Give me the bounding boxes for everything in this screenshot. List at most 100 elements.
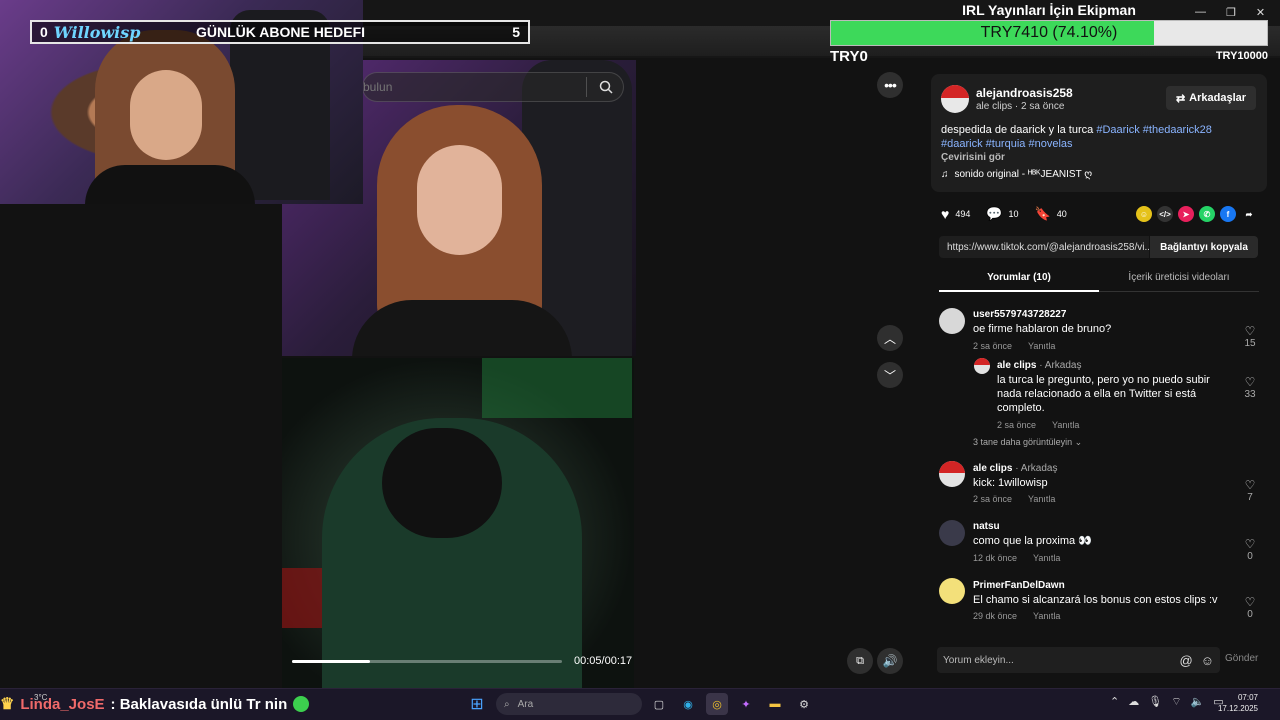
facebook-icon[interactable]: f bbox=[1220, 206, 1236, 222]
comment-like-count: 0 bbox=[1247, 609, 1253, 620]
embed-icon[interactable]: </> bbox=[1157, 206, 1173, 222]
donation-goal-title: IRL Yayınları İçin Ekipman bbox=[962, 2, 1136, 18]
search-input[interactable] bbox=[363, 80, 583, 94]
chat-overlay: ♛ Linda_JosE : Baklavasıda ünlü Tr nin bbox=[0, 694, 310, 714]
sound-info[interactable]: ♫ sonido original - ᴴᴮᴷJEANIST ღ bbox=[941, 169, 1092, 180]
share-arrow-icon[interactable]: ➦ bbox=[1241, 206, 1257, 222]
crown-icon: ♛ bbox=[0, 696, 15, 713]
microphone-icon[interactable]: 🎙 bbox=[1148, 695, 1162, 709]
comment-avatar[interactable] bbox=[939, 578, 965, 604]
chevron-up-icon: ︿ bbox=[883, 331, 896, 346]
reply-like[interactable]: ♡ 33 bbox=[1240, 375, 1260, 400]
donation-goal-value: TRY7410 (74.10%) bbox=[980, 24, 1118, 41]
reply-button[interactable]: Yanıtla bbox=[1033, 611, 1060, 621]
edge-icon[interactable]: ◉ bbox=[677, 693, 699, 715]
comment-avatar[interactable] bbox=[939, 520, 965, 546]
video-bottom-frame[interactable] bbox=[282, 358, 634, 688]
chevron-up-icon[interactable]: ⌃ bbox=[1110, 695, 1119, 709]
comment-like-count: 15 bbox=[1244, 338, 1256, 349]
reply-user[interactable]: ale clips · Arkadaş bbox=[997, 360, 1082, 371]
hashtag[interactable]: #turquia bbox=[986, 138, 1026, 150]
cloud-icon[interactable]: ☁ bbox=[1128, 695, 1139, 709]
video-link-field[interactable]: https://www.tiktok.com/@alejandroasis258… bbox=[939, 236, 1149, 258]
reply-button[interactable]: Yanıtla bbox=[1028, 494, 1055, 504]
search-bar[interactable] bbox=[362, 72, 624, 102]
heart-outline-icon: ♡ bbox=[1244, 375, 1256, 389]
comment-stat[interactable]: 💬 10 bbox=[986, 206, 1018, 222]
emoji-icon[interactable]: ☺ bbox=[1201, 653, 1214, 668]
comment-meta: 2 sa önce Yanıtla bbox=[973, 494, 1055, 504]
comment-text: El chamo si alcanzará los bonus con esto… bbox=[973, 594, 1218, 606]
wifi-icon[interactable]: ⌔ bbox=[1171, 695, 1181, 709]
copy-link-button[interactable]: Bağlantıyı kopyala bbox=[1150, 236, 1258, 258]
picture-in-picture-button[interactable]: ⧉ bbox=[847, 648, 873, 674]
chrome-icon[interactable]: ◎ bbox=[706, 693, 728, 715]
comment-like[interactable]: ♡ 0 bbox=[1240, 595, 1260, 620]
comment-meta: 12 dk önce Yanıtla bbox=[973, 553, 1060, 563]
clock-date: 17.12.2025 bbox=[1217, 704, 1258, 713]
windows-start-icon[interactable]: ⊞ bbox=[466, 693, 488, 715]
streamer-head bbox=[382, 428, 502, 538]
taskbar-search[interactable]: ⌕ Ara bbox=[496, 693, 642, 715]
comment-user[interactable]: PrimerFanDelDawn bbox=[973, 580, 1065, 591]
comment-time: 2 sa önce bbox=[973, 341, 1013, 351]
comment-like[interactable]: ♡ 7 bbox=[1240, 478, 1260, 503]
sound-name: sonido original - ᴴᴮᴷJEANIST ღ bbox=[954, 169, 1093, 180]
creator-avatar[interactable] bbox=[941, 85, 969, 113]
creator-name[interactable]: alejandroasis258 bbox=[976, 86, 1073, 100]
copilot-icon[interactable]: ✦ bbox=[735, 693, 757, 715]
tab-creator-videos[interactable]: İçerik üreticisi videoları bbox=[1099, 268, 1259, 292]
tab-comments[interactable]: Yorumlar (10) bbox=[939, 268, 1099, 292]
green-glow bbox=[482, 358, 632, 418]
view-more-label: 3 tane daha görüntüleyin bbox=[973, 437, 1073, 447]
reply-button[interactable]: Yanıtla bbox=[1052, 420, 1079, 430]
share-icons: ☺ </> ➤ ✆ f ➦ bbox=[1136, 206, 1257, 222]
volume-button[interactable]: 🔊 bbox=[877, 648, 903, 674]
view-more-replies[interactable]: 3 tane daha görüntüleyin ⌄ bbox=[973, 437, 1082, 448]
comment-avatar[interactable] bbox=[939, 461, 965, 487]
send-to-friends-icon[interactable]: ➤ bbox=[1178, 206, 1194, 222]
hashtag[interactable]: #Daarick bbox=[1096, 124, 1139, 136]
video-progress-bar[interactable] bbox=[292, 660, 562, 663]
heart-outline-icon: ♡ bbox=[1244, 324, 1256, 338]
hashtag[interactable]: #novelas bbox=[1028, 138, 1072, 150]
translate-link[interactable]: Çevirisini gör bbox=[941, 152, 1005, 163]
chevron-down-icon: ﹀ bbox=[883, 368, 896, 383]
donation-goal-bar: TRY7410 (74.10%) bbox=[830, 20, 1268, 46]
comment-user[interactable]: ale clips · Arkadaş bbox=[973, 463, 1058, 474]
speaker-icon: 🔊 bbox=[882, 654, 898, 668]
reply-like-count: 33 bbox=[1244, 389, 1256, 400]
taskbar-clock[interactable]: 07:07 17.12.2025 bbox=[1198, 692, 1258, 714]
comment-like[interactable]: ♡ 0 bbox=[1240, 537, 1260, 562]
like-stat[interactable]: ♥ 494 bbox=[941, 206, 970, 222]
comment-user[interactable]: natsu bbox=[973, 521, 1000, 532]
file-explorer-icon[interactable]: ▬ bbox=[764, 693, 786, 715]
comment-input[interactable]: Yorum ekleyin... @ ☺ bbox=[937, 647, 1220, 673]
comment-avatar[interactable] bbox=[939, 308, 965, 334]
hashtag[interactable]: #thedaarick28 bbox=[1143, 124, 1212, 136]
clock-time: 07:07 bbox=[1237, 693, 1258, 702]
search-button[interactable] bbox=[589, 80, 623, 94]
more-options-button[interactable]: ••• bbox=[877, 72, 903, 98]
webcam-face bbox=[130, 70, 202, 160]
send-button[interactable]: Gönder bbox=[1225, 653, 1258, 664]
reply-avatar[interactable] bbox=[974, 358, 990, 374]
comment-like[interactable]: ♡ 15 bbox=[1240, 324, 1260, 349]
previous-video-button[interactable]: ︿ bbox=[877, 325, 903, 351]
whatsapp-icon[interactable]: ✆ bbox=[1199, 206, 1215, 222]
chat-message: : Baklavasıda ünlü Tr nin bbox=[110, 695, 288, 713]
settings-icon[interactable]: ⚙ bbox=[793, 693, 815, 715]
save-stat[interactable]: 🔖 40 bbox=[1035, 206, 1067, 222]
reply-button[interactable]: Yanıtla bbox=[1033, 553, 1060, 563]
reply-button[interactable]: Yanıtla bbox=[1028, 341, 1055, 351]
mention-icon[interactable]: @ bbox=[1180, 653, 1193, 668]
hashtag[interactable]: #daarick bbox=[941, 138, 983, 150]
friends-button[interactable]: ⇄ Arkadaşlar bbox=[1166, 86, 1256, 110]
next-video-button[interactable]: ﹀ bbox=[877, 362, 903, 388]
reply-user-role: · Arkadaş bbox=[1039, 360, 1082, 371]
emoji-share-icon[interactable]: ☺ bbox=[1136, 206, 1152, 222]
task-view-icon[interactable]: ▢ bbox=[648, 693, 670, 715]
streamer-shirt bbox=[352, 300, 572, 356]
heart-outline-icon: ♡ bbox=[1244, 478, 1256, 492]
comment-user[interactable]: user5579743728227 bbox=[973, 309, 1066, 320]
